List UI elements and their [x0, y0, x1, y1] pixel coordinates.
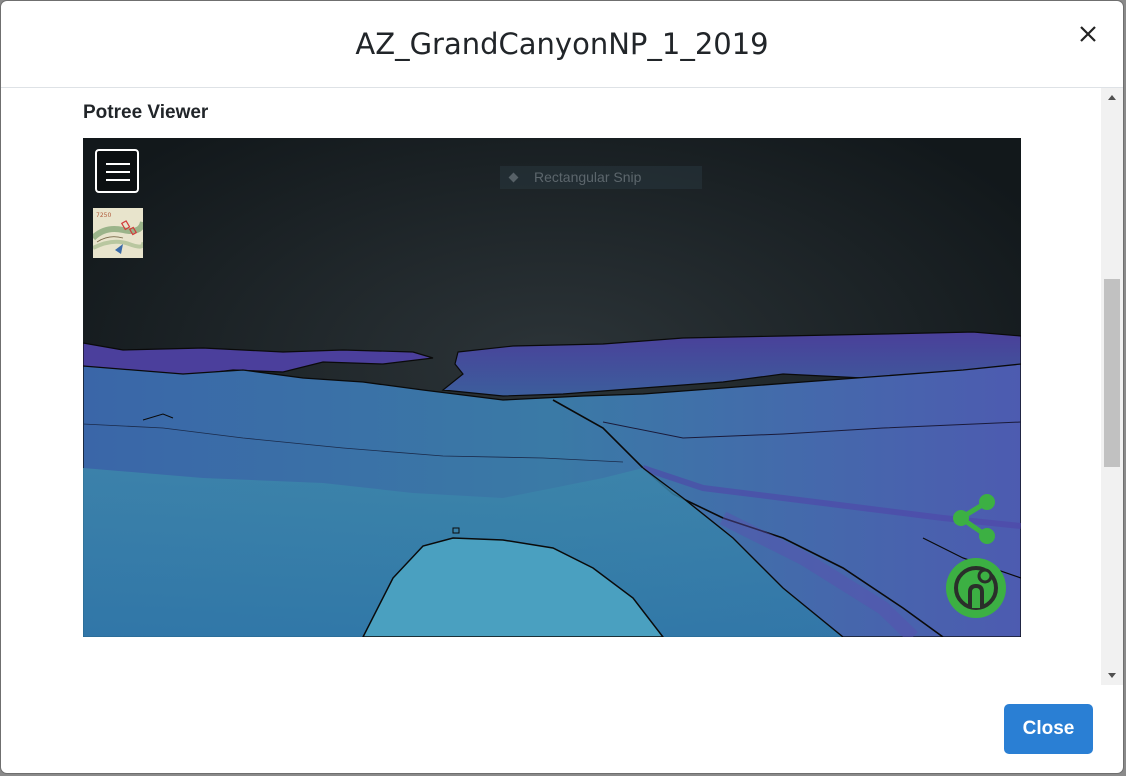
- rectangular-snip-tooltip: Rectangular Snip: [500, 166, 702, 189]
- opentopography-logo-icon[interactable]: [944, 556, 1008, 625]
- point-cloud-scene[interactable]: [83, 138, 1021, 637]
- potree-viewer[interactable]: Rectangular Snip 7250: [83, 138, 1021, 637]
- modal-footer: Close: [1, 685, 1123, 773]
- scroll-down-arrow-icon[interactable]: [1101, 667, 1123, 685]
- close-icon[interactable]: [1075, 21, 1101, 47]
- modal-dialog: AZ_GrandCanyonNP_1_2019 Potree Viewer Re…: [1, 1, 1123, 773]
- close-button[interactable]: Close: [1004, 704, 1093, 754]
- modal-header: AZ_GrandCanyonNP_1_2019: [1, 1, 1123, 88]
- snip-diamond-icon: [508, 172, 519, 183]
- vertical-scrollbar[interactable]: [1101, 88, 1123, 685]
- map-thumbnail-label: 7250: [96, 212, 111, 219]
- snip-tooltip-label: Rectangular Snip: [534, 169, 642, 185]
- modal-title: AZ_GrandCanyonNP_1_2019: [355, 27, 769, 61]
- section-title: Potree Viewer: [83, 102, 209, 123]
- scrollbar-thumb[interactable]: [1104, 279, 1120, 467]
- hamburger-menu-icon[interactable]: [95, 149, 139, 193]
- scroll-up-arrow-icon[interactable]: [1101, 88, 1123, 106]
- map-thumbnail[interactable]: 7250: [90, 208, 146, 258]
- modal-body: Potree Viewer Rectangular Snip 7250: [1, 88, 1101, 685]
- share-icon[interactable]: [949, 492, 999, 551]
